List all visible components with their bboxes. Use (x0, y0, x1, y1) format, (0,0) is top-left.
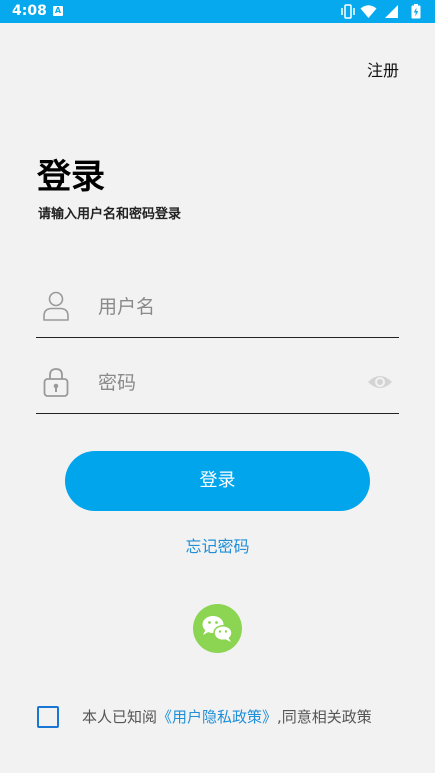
vibrate-icon (341, 4, 355, 19)
password-input[interactable] (98, 369, 358, 397)
user-icon (43, 291, 69, 321)
username-input[interactable] (98, 293, 358, 321)
login-button[interactable]: 登录 (65, 451, 370, 511)
page-subtitle: 请输入用户名和密码登录 (38, 207, 182, 222)
register-link[interactable]: 注册 (367, 60, 399, 82)
lock-icon (43, 368, 69, 397)
battery-charging-icon (411, 4, 421, 19)
status-time: 4:08 (12, 3, 47, 19)
username-field (36, 281, 399, 338)
status-bar: 4:08 A (0, 0, 435, 23)
forgot-password-link[interactable]: 忘记密码 (0, 536, 435, 558)
wifi-icon (360, 5, 377, 18)
agreement-prefix: 本人已知阅 (82, 708, 158, 726)
password-field (36, 357, 399, 414)
wechat-icon[interactable] (193, 604, 242, 653)
agreement-checkbox[interactable] (37, 706, 59, 728)
agreement-suffix: ,同意相关政策 (277, 708, 372, 726)
agreement-text: 本人已知阅《用户隐私政策》,同意相关政策 (82, 707, 372, 727)
signal-icon (385, 5, 398, 18)
notification-a-icon: A (53, 6, 63, 16)
eye-icon[interactable] (367, 371, 393, 393)
privacy-policy-link[interactable]: 《用户隐私政策》 (157, 708, 277, 726)
page-title: 登录 (37, 157, 105, 197)
